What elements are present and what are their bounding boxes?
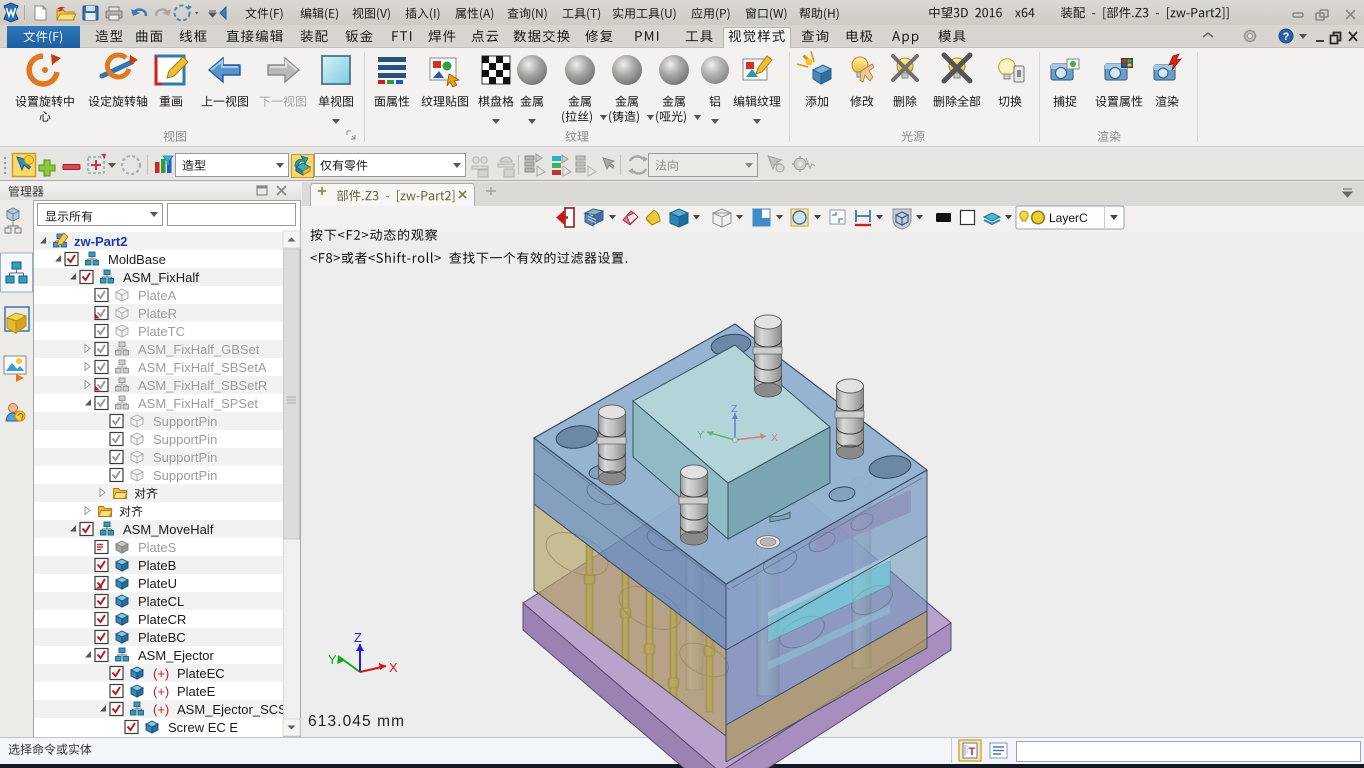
- svg-text:Y: Y: [328, 652, 337, 667]
- svg-text:Z: Z: [354, 630, 362, 645]
- svg-text:X: X: [771, 432, 778, 444]
- svg-text:X: X: [389, 660, 398, 675]
- svg-text:Y: Y: [697, 429, 704, 441]
- svg-text:Z: Z: [731, 403, 738, 415]
- svg-text:?: ?: [1283, 31, 1290, 43]
- svg-text:T: T: [969, 746, 976, 758]
